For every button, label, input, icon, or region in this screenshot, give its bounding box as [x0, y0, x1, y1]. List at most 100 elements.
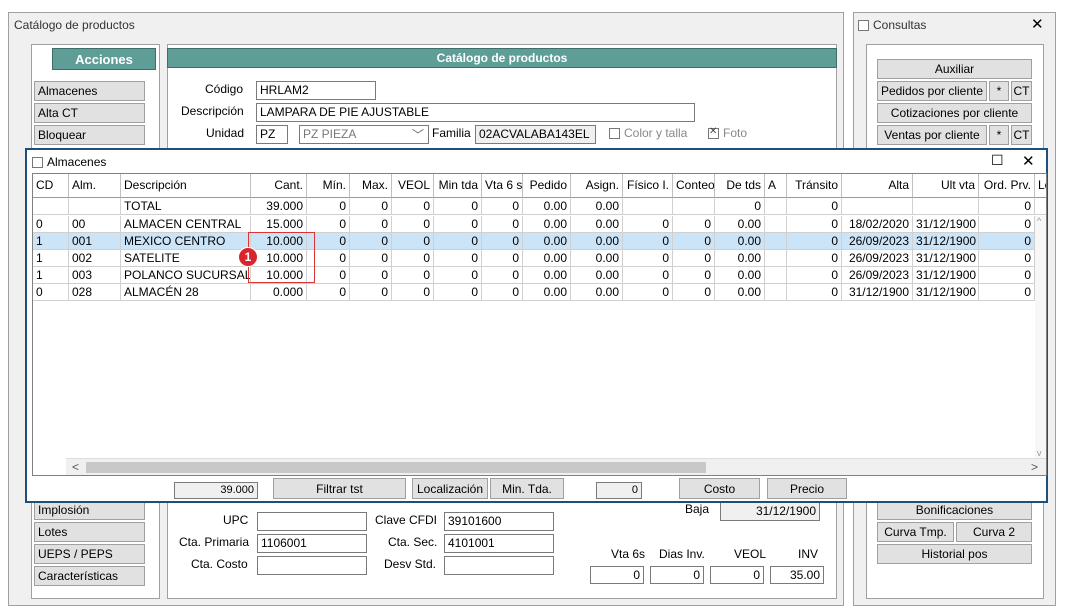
grid-cell[interactable]: POLANCO SUCURSAL: [121, 267, 251, 284]
baja-field[interactable]: 31/12/1900: [720, 502, 820, 521]
unidad-field[interactable]: PZ: [256, 125, 288, 144]
ueps-peps-button[interactable]: UEPS / PEPS: [34, 544, 145, 564]
grid-cell[interactable]: 0: [979, 216, 1035, 233]
ventas-cliente-button[interactable]: Ventas por cliente: [877, 125, 987, 145]
grid-cell[interactable]: 0: [434, 198, 482, 215]
scroll-thumb[interactable]: [86, 462, 706, 473]
grid-cell[interactable]: [673, 198, 715, 215]
grid-cell[interactable]: 0.00: [523, 267, 571, 284]
cta-primaria-field[interactable]: 1106001: [257, 534, 367, 553]
grid-cell[interactable]: 0: [33, 216, 69, 233]
column-header[interactable]: Lo: [1035, 174, 1046, 198]
pedidos-ct-button[interactable]: CT: [1011, 81, 1032, 101]
grid-cell[interactable]: 0: [392, 250, 434, 267]
grid-cell[interactable]: 31/12/1900: [913, 267, 979, 284]
almacenes-button[interactable]: Almacenes: [34, 81, 145, 101]
grid-cell[interactable]: 0: [623, 233, 673, 250]
grid-cell[interactable]: 0: [33, 284, 69, 301]
grid-cell[interactable]: 1: [33, 233, 69, 250]
grid-cell[interactable]: 0.00: [523, 284, 571, 301]
grid-cell[interactable]: [69, 198, 121, 215]
codigo-field[interactable]: HRLAM2: [256, 81, 376, 100]
grid-cell[interactable]: 15.000: [251, 216, 307, 233]
horizontal-scrollbar[interactable]: < >: [66, 458, 1046, 475]
column-header[interactable]: Ult vta: [913, 174, 979, 198]
grid-cell[interactable]: 0.00: [523, 250, 571, 267]
grid-cell[interactable]: 0: [434, 250, 482, 267]
grid-cell[interactable]: 0.00: [571, 216, 623, 233]
grid-cell[interactable]: 0.00: [571, 233, 623, 250]
grid-cell[interactable]: 0: [979, 233, 1035, 250]
cta-sec-field[interactable]: 4101001: [444, 534, 554, 553]
scroll-down-icon[interactable]: v: [1037, 448, 1042, 458]
vertical-scrollbar[interactable]: ^ v: [1035, 216, 1046, 458]
grid-cell[interactable]: 0: [715, 198, 765, 215]
grid-cell[interactable]: 0: [787, 267, 842, 284]
precio-button[interactable]: Precio: [767, 478, 847, 499]
grid-cell[interactable]: 0: [307, 284, 350, 301]
grid-cell[interactable]: 0: [392, 216, 434, 233]
close-icon[interactable]: ✕: [1031, 15, 1044, 33]
grid-cell[interactable]: 0: [350, 216, 392, 233]
column-header[interactable]: VEOL: [392, 174, 434, 198]
column-header[interactable]: Min tda: [434, 174, 482, 198]
grid-cell[interactable]: [765, 284, 787, 301]
column-header[interactable]: Descripción: [121, 174, 251, 198]
grid-cell[interactable]: 0.00: [571, 284, 623, 301]
grid-cell[interactable]: [33, 198, 69, 215]
grid-cell[interactable]: 0: [392, 233, 434, 250]
grid-cell[interactable]: 0: [787, 250, 842, 267]
grid-cell[interactable]: 31/12/1900: [913, 216, 979, 233]
table-row[interactable]: 1 003 POLANCO SUCURSAL 10.000 0 0 0 0 0 0.00 0.00 0…: [33, 267, 1046, 284]
table-row[interactable]: 1 001 MEXICO CENTRO 10.000 0 0 0 0 0 0.00 0.00 0 0 0.…: [33, 233, 1046, 250]
column-header[interactable]: Conteo: [673, 174, 715, 198]
column-header[interactable]: Pedido: [523, 174, 571, 198]
grid-cell[interactable]: 0.00: [715, 250, 765, 267]
grid-cell[interactable]: 028: [69, 284, 121, 301]
grid-cell[interactable]: 003: [69, 267, 121, 284]
grid-cell[interactable]: 0: [482, 284, 523, 301]
grid-cell[interactable]: 0.00: [523, 216, 571, 233]
grid-cell[interactable]: 31/12/1900: [842, 284, 913, 301]
grid-cell[interactable]: 0: [673, 216, 715, 233]
grid-cell[interactable]: TOTAL: [121, 198, 251, 215]
grid-cell[interactable]: 0: [434, 267, 482, 284]
grid-cell[interactable]: [913, 198, 979, 215]
grid-cell[interactable]: [1035, 198, 1046, 215]
grid-cell[interactable]: 0: [350, 198, 392, 215]
grid-cell[interactable]: 31/12/1900: [913, 250, 979, 267]
ventas-star-button[interactable]: *: [989, 125, 1009, 145]
lotes-button[interactable]: Lotes: [34, 522, 145, 542]
grid-cell[interactable]: 39.000: [251, 198, 307, 215]
scroll-left-icon[interactable]: <: [72, 460, 79, 474]
grid-cell[interactable]: 0.00: [571, 267, 623, 284]
column-header[interactable]: Físico I.: [623, 174, 673, 198]
grid-cell[interactable]: 0: [673, 284, 715, 301]
unidad-select[interactable]: PZ PIEZA ﹀: [299, 125, 429, 144]
grid-cell[interactable]: 26/09/2023: [842, 250, 913, 267]
curva-tmp-button[interactable]: Curva Tmp.: [877, 522, 954, 542]
historial-pos-button[interactable]: Historial pos: [877, 544, 1032, 564]
costo-button[interactable]: Costo: [679, 478, 760, 499]
caracteristicas-button[interactable]: Características: [34, 566, 145, 586]
column-header[interactable]: Alta: [842, 174, 913, 198]
grid-cell[interactable]: 1: [33, 267, 69, 284]
grid-cell[interactable]: 31/12/1900: [913, 284, 979, 301]
bloquear-button[interactable]: Bloquear: [34, 125, 145, 145]
grid-cell[interactable]: 001: [69, 233, 121, 250]
grid-cell[interactable]: 0: [307, 216, 350, 233]
scroll-up-icon[interactable]: ^: [1037, 216, 1041, 226]
grid-cell[interactable]: 0: [434, 284, 482, 301]
color-talla-checkbox[interactable]: Color y talla: [609, 126, 687, 140]
grid-cell[interactable]: 0.00: [523, 198, 571, 215]
grid-cell[interactable]: 0: [979, 284, 1035, 301]
vta6s-field[interactable]: 0: [590, 566, 644, 584]
grid-cell[interactable]: 0: [623, 250, 673, 267]
min-tda-button[interactable]: Min. Tda.: [490, 478, 564, 499]
grid-cell[interactable]: 0: [787, 198, 842, 215]
grid-cell[interactable]: 0: [482, 250, 523, 267]
veol-field[interactable]: 0: [710, 566, 764, 584]
grid-cell[interactable]: 0.00: [571, 198, 623, 215]
grid-cell[interactable]: 26/09/2023: [842, 233, 913, 250]
column-header[interactable]: Alm.: [69, 174, 121, 198]
